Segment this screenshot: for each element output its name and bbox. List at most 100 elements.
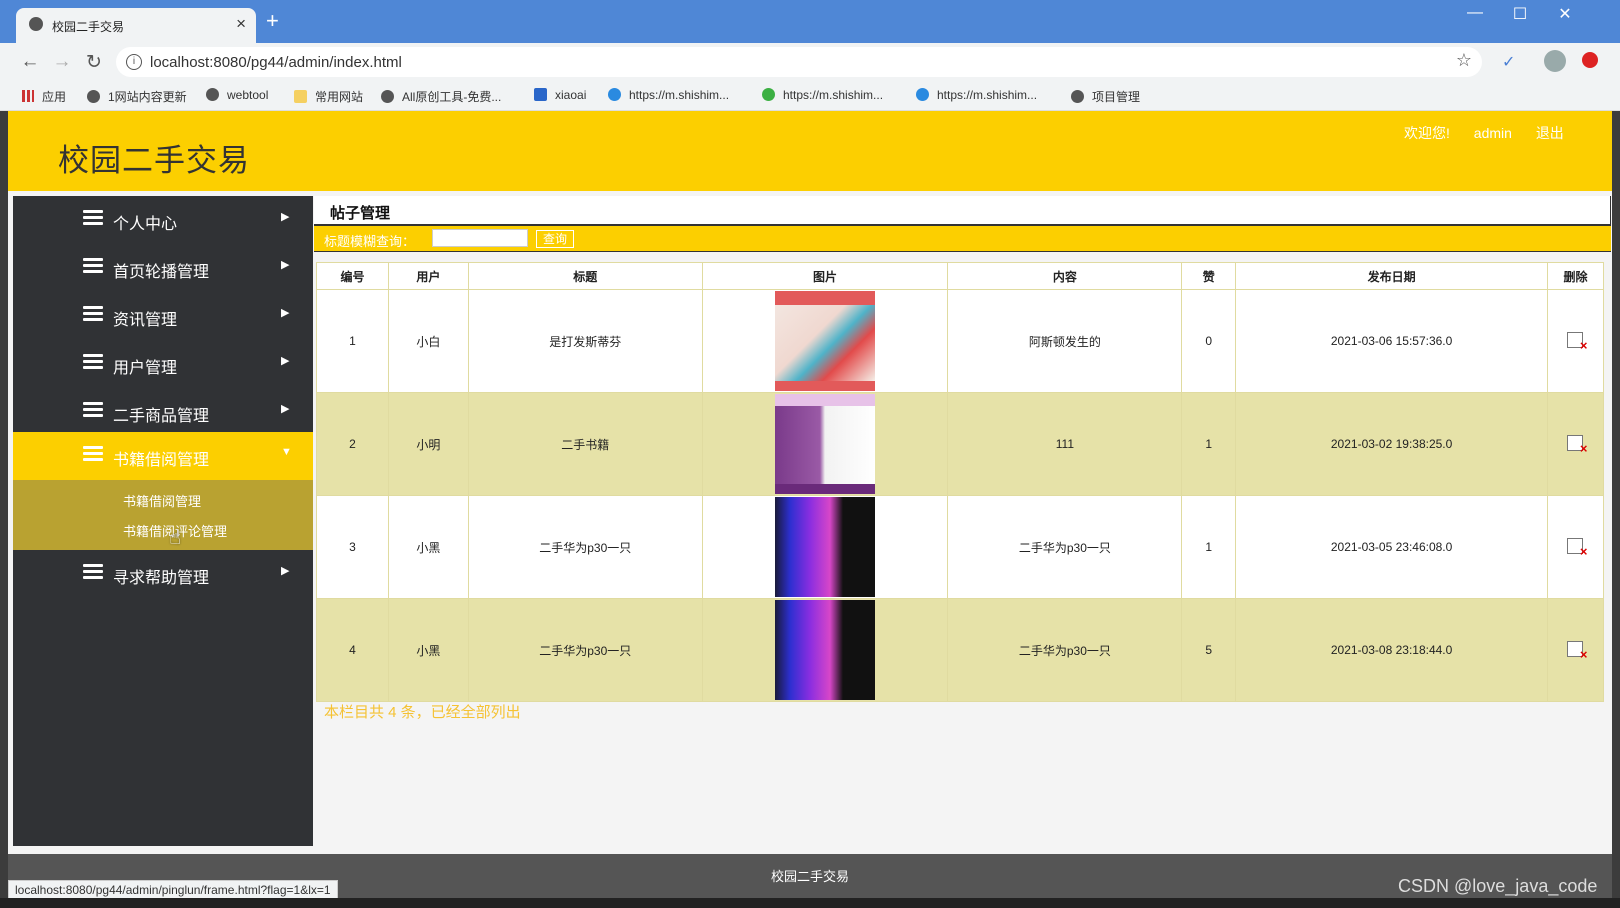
sidebar-item-users[interactable]: 用户管理 ▶ [13,340,313,388]
p-logo-icon [534,88,547,101]
caret-right-icon: ▶ [281,211,290,223]
delete-icon[interactable] [1567,640,1587,662]
column-header: 发布日期 [1235,262,1548,290]
cell-id: 4 [316,598,389,702]
search-input[interactable] [432,229,528,247]
sidebar-item-label: 用户管理 [113,360,178,377]
cell-delete [1546,289,1605,393]
globe-icon [87,90,100,103]
bookmark-item[interactable]: https://m.shishim... [916,88,1037,102]
back-icon[interactable]: ← [18,51,42,73]
os-taskbar [0,898,1620,908]
hand-cursor-icon: ☝ [169,527,182,549]
content-title-bar: 帖子管理 [314,196,1611,226]
posts-table: 编号 用户 标题 图片 内容 赞 发布日期 删除 1 小白 是打发斯蒂芬 阿斯顿… [316,262,1605,702]
tab-title: 校园二手交易 [52,20,125,34]
bookmark-folder[interactable]: 常用网站 [294,88,363,105]
table-header-row: 编号 用户 标题 图片 内容 赞 发布日期 删除 [316,262,1605,290]
caret-right-icon: ▶ [281,565,290,577]
cell-content: 111 [947,392,1183,496]
cell-user: 小黑 [387,495,469,599]
cell-id: 1 [316,289,389,393]
sidebar-item-news[interactable]: 资讯管理 ▶ [13,292,313,340]
column-header: 编号 [316,262,389,290]
cell-date: 2021-03-08 23:18:44.0 [1235,598,1548,702]
bookmark-item[interactable]: webtool [206,88,268,102]
sidebar-item-help[interactable]: 寻求帮助管理 ▶ [13,550,313,598]
cell-id: 3 [316,495,389,599]
user-bar: 欢迎您! admin 退出 [1404,123,1584,143]
search-bar: 标题模糊查询： 查询 [314,226,1611,252]
table-row: 2 小明 二手书籍 111 1 2021-03-02 19:38:25.0 [316,392,1605,496]
folder-icon [294,90,307,103]
close-tab-icon[interactable]: × [236,14,246,34]
cell-title: 二手华为p30一只 [467,598,703,702]
bookmark-item[interactable]: 1网站内容更新 [87,88,187,105]
bookmark-item[interactable]: All原创工具-免费... [381,88,501,105]
column-header: 内容 [947,262,1183,290]
maximize-icon[interactable]: ☐ [1505,4,1535,24]
column-header: 删除 [1546,262,1605,290]
caret-right-icon: ▶ [281,355,290,367]
delete-icon[interactable] [1567,537,1587,559]
browser-tab[interactable]: 校园二手交易 × [16,8,256,43]
search-button[interactable]: 查询 [536,230,574,248]
submenu-item-book-borrowing[interactable]: 书籍借阅管理 [123,491,201,510]
column-header: 图片 [701,262,949,290]
cell-user: 小明 [387,392,469,496]
stack-icon [83,354,103,371]
sidebar-item-label: 书籍借阅管理 [113,452,210,469]
bookmark-item[interactable]: 项目管理 [1071,88,1140,105]
reload-icon[interactable]: ↻ [82,51,106,74]
sidebar-item-label: 个人中心 [113,216,178,233]
delete-icon[interactable] [1567,331,1587,353]
forward-icon[interactable]: → [50,51,74,73]
caret-down-icon: ▼ [281,446,292,458]
python-book-image [775,394,876,494]
stack-icon [83,258,103,275]
cell-image [701,289,949,393]
cell-delete [1546,598,1605,702]
sidebar-item-personal-center[interactable]: 个人中心 ▶ [13,196,313,244]
delete-icon[interactable] [1567,434,1587,456]
cell-date: 2021-03-02 19:38:25.0 [1235,392,1548,496]
bookmark-star-icon[interactable]: ☆ [1456,50,1472,71]
cell-content: 阿斯顿发生的 [947,289,1183,393]
browser-toolbar: ← → ↻ i localhost:8080/pg44/admin/index.… [0,43,1620,81]
cell-delete [1546,495,1605,599]
caret-right-icon: ▶ [281,307,290,319]
stack-icon [83,402,103,419]
bookmark-item[interactable]: https://m.shishim... [608,88,729,102]
cell-id: 2 [316,392,389,496]
username-link[interactable]: admin [1474,125,1512,141]
sidebar-item-carousel[interactable]: 首页轮播管理 ▶ [13,244,313,292]
column-header: 用户 [387,262,469,290]
info-icon[interactable]: i [126,54,142,70]
sidebar-item-book-borrowing[interactable]: 书籍借阅管理 ▼ [13,432,313,480]
site-title: 校园二手交易 [58,143,250,178]
browser-status-url: localhost:8080/pg44/admin/pinglun/frame.… [8,880,338,900]
stack-icon [83,564,103,581]
bookmark-item[interactable]: https://m.shishim... [762,88,883,102]
wechat-icon [762,88,775,101]
sidebar-item-label: 资讯管理 [113,312,178,329]
logout-link[interactable]: 退出 [1536,125,1564,141]
cell-user: 小黑 [387,598,469,702]
extension-icon[interactable]: ✓ [1502,52,1520,71]
welcome-text: 欢迎您! [1404,125,1450,141]
bookmark-item[interactable]: xiaoai [534,88,586,102]
phone-image [775,600,876,700]
caret-right-icon: ▶ [281,259,290,271]
sidebar-item-secondhand-goods[interactable]: 二手商品管理 ▶ [13,388,313,436]
new-tab-button[interactable]: + [266,10,279,32]
profile-avatar[interactable] [1544,50,1566,72]
minimize-icon[interactable]: — [1460,4,1490,22]
bookmarks-bar: 应用 1网站内容更新 webtool 常用网站 All原创工具-免费... xi… [0,81,1620,111]
window-close-icon[interactable]: ✕ [1550,4,1580,24]
bookmark-apps[interactable]: 应用 [22,88,66,105]
adblock-icon[interactable] [1582,52,1598,68]
address-bar[interactable]: i localhost:8080/pg44/admin/index.html ☆ [116,47,1482,77]
globe-icon [381,90,394,103]
cell-likes: 1 [1181,495,1237,599]
cell-image [701,495,949,599]
